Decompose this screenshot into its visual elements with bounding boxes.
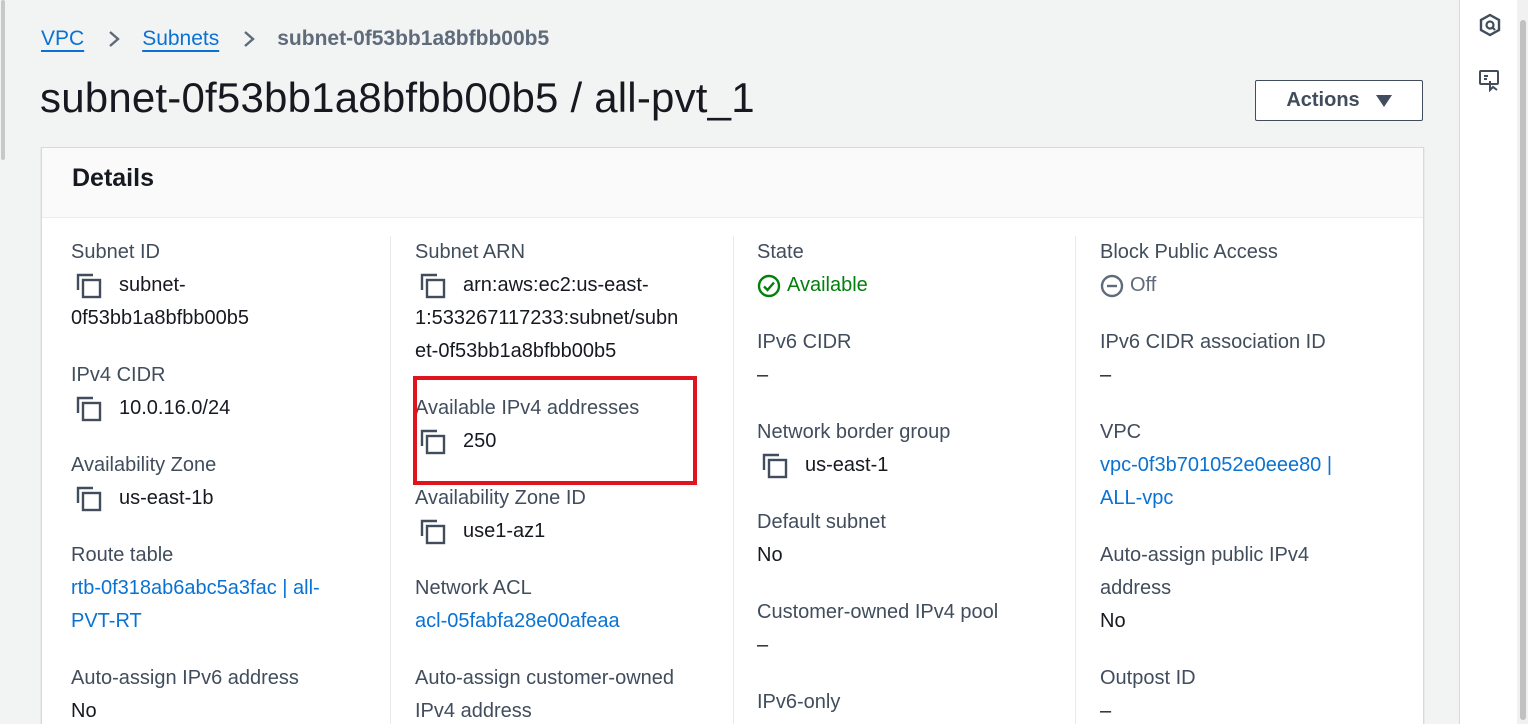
field-ipv6-only: IPv6-only	[757, 686, 840, 719]
field-label: IPv4 CIDR	[71, 364, 166, 386]
field-value: use1-az1	[463, 520, 546, 542]
field-ipv6-cidr-association: IPv6 CIDR association ID –	[1100, 326, 1326, 392]
field-label: Route table	[71, 544, 174, 566]
field-label: Default subnet	[757, 511, 886, 533]
column-divider	[1075, 236, 1076, 724]
copy-icon[interactable]	[76, 273, 102, 299]
field-auto-assign-ipv6: Auto-assign IPv6 address No	[71, 662, 299, 724]
details-heading: Details	[72, 164, 154, 192]
field-value: 10.0.16.0/24	[119, 397, 231, 419]
field-availability-zone: Availability Zone us-east-1b	[71, 449, 216, 515]
field-block-public-access: Block Public Access Off	[1100, 236, 1278, 302]
field-value: us-east-1	[805, 454, 889, 476]
field-ipv4-cidr: IPv4 CIDR 10.0.16.0/24	[71, 359, 230, 425]
feedback-icon[interactable]	[1478, 68, 1502, 93]
field-value: 0f53bb1a8bfbb00b5	[71, 307, 249, 329]
field-label: Subnet ARN	[415, 241, 526, 263]
page-title: subnet-0f53bb1a8bfbb00b5 / all-pvt_1	[40, 74, 755, 121]
breadcrumb-subnets-link[interactable]: Subnets	[142, 27, 219, 51]
field-label: Customer-owned IPv4 pool	[757, 601, 999, 623]
field-ipv6-cidr: IPv6 CIDR –	[757, 326, 851, 392]
field-value: –	[1100, 700, 1112, 722]
route-table-link-line2: PVT-RT	[71, 610, 142, 632]
field-value: us-east-1b	[119, 487, 214, 509]
field-label: IPv6 CIDR	[757, 331, 852, 353]
chevron-right-icon	[108, 30, 121, 48]
field-auto-assign-customer-owned: Auto-assign customer-owned IPv4 address	[415, 662, 674, 724]
field-network-border-group: Network border group us-east-1	[757, 416, 950, 482]
copy-icon[interactable]	[76, 486, 102, 512]
field-label: Availability Zone	[71, 454, 217, 476]
caret-down-icon	[1375, 94, 1392, 107]
field-label: Availability Zone ID	[415, 487, 586, 509]
copy-icon[interactable]	[420, 273, 446, 299]
actions-button-label: Actions	[1286, 89, 1360, 111]
field-value: –	[757, 364, 769, 386]
field-label: Subnet ID	[71, 241, 160, 263]
field-az-id: Availability Zone ID use1-az1	[415, 482, 586, 548]
field-value: No	[71, 700, 97, 722]
column-divider	[390, 236, 391, 724]
right-tools-rail	[1459, 0, 1517, 724]
field-label: Auto-assign public IPv4	[1100, 544, 1310, 566]
status-success-icon	[757, 274, 781, 297]
column-divider	[733, 236, 734, 724]
breadcrumb-vpc-link[interactable]: VPC	[41, 27, 84, 51]
highlight-box	[413, 376, 697, 485]
cloudshell-icon[interactable]	[1478, 13, 1502, 37]
left-scrollbar[interactable]	[0, 0, 6, 724]
field-label: Auto-assign IPv6 address	[71, 667, 299, 689]
field-value: subnet-	[119, 274, 186, 296]
field-auto-assign-public-ipv4: Auto-assign public IPv4 address No	[1100, 539, 1309, 638]
field-value: –	[757, 634, 769, 656]
field-state: State Available	[757, 236, 868, 302]
field-label: address	[1100, 577, 1172, 599]
chevron-right-icon	[243, 30, 256, 48]
network-acl-link[interactable]: acl-05fabfa28e00afeaa	[415, 610, 620, 632]
field-route-table: Route table rtb-0f318ab6abc5a3fac | all-…	[71, 539, 320, 638]
copy-icon[interactable]	[762, 453, 788, 479]
field-label: Auto-assign customer-owned	[415, 667, 675, 689]
vpc-link-line1: vpc-0f3b701052e0eee80 |	[1100, 454, 1333, 476]
field-label: Block Public Access	[1100, 241, 1278, 263]
field-label: Network border group	[757, 421, 951, 443]
breadcrumb: VPC Subnets subnet-0f53bb1a8bfbb00b5	[41, 24, 549, 54]
field-value: –	[1100, 364, 1112, 386]
field-customer-owned-pool: Customer-owned IPv4 pool –	[757, 596, 998, 662]
field-outpost-id: Outpost ID –	[1100, 662, 1196, 724]
copy-icon[interactable]	[420, 519, 446, 545]
vpc-link-line2: ALL-vpc	[1100, 487, 1174, 509]
breadcrumb-current: subnet-0f53bb1a8bfbb00b5	[277, 27, 550, 50]
field-subnet-arn: Subnet ARN arn:aws:ec2:us-east- 1:533267…	[415, 236, 678, 368]
field-label: State	[757, 241, 804, 263]
field-label: VPC	[1100, 421, 1142, 443]
field-label: Network ACL	[415, 577, 532, 599]
copy-icon[interactable]	[76, 396, 102, 422]
field-value: No	[1100, 610, 1126, 632]
field-vpc: VPC vpc-0f3b701052e0eee80 | ALL-vpc	[1100, 416, 1332, 515]
field-label: Outpost ID	[1100, 667, 1196, 689]
route-table-link[interactable]: rtb-0f318ab6abc5a3fac | all- PVT-RT	[71, 572, 320, 638]
field-subnet-id: Subnet ID subnet- 0f53bb1a8bfbb00b5	[71, 236, 249, 335]
field-value: 1:533267117233:subnet/subn	[415, 307, 679, 329]
actions-button[interactable]: Actions	[1255, 80, 1423, 121]
field-value: arn:aws:ec2:us-east-	[463, 274, 649, 296]
vpc-link[interactable]: vpc-0f3b701052e0eee80 | ALL-vpc	[1100, 449, 1332, 515]
field-value: et-0f53bb1a8bfbb00b5	[415, 340, 617, 362]
field-default-subnet: Default subnet No	[757, 506, 886, 572]
field-network-acl: Network ACL acl-05fabfa28e00afeaa	[415, 572, 620, 638]
field-label: IPv6-only	[757, 691, 841, 713]
block-public-access-value: Off	[1130, 274, 1157, 296]
page-scrollbar[interactable]	[1517, 0, 1528, 724]
details-header: Details	[42, 148, 1423, 218]
field-label: IPv4 address	[415, 700, 532, 722]
state-value: Available	[787, 274, 868, 296]
status-off-icon	[1100, 274, 1124, 297]
field-label: IPv6 CIDR association ID	[1100, 331, 1326, 353]
route-table-link-line1: rtb-0f318ab6abc5a3fac | all-	[71, 577, 320, 599]
field-value: No	[757, 544, 783, 566]
